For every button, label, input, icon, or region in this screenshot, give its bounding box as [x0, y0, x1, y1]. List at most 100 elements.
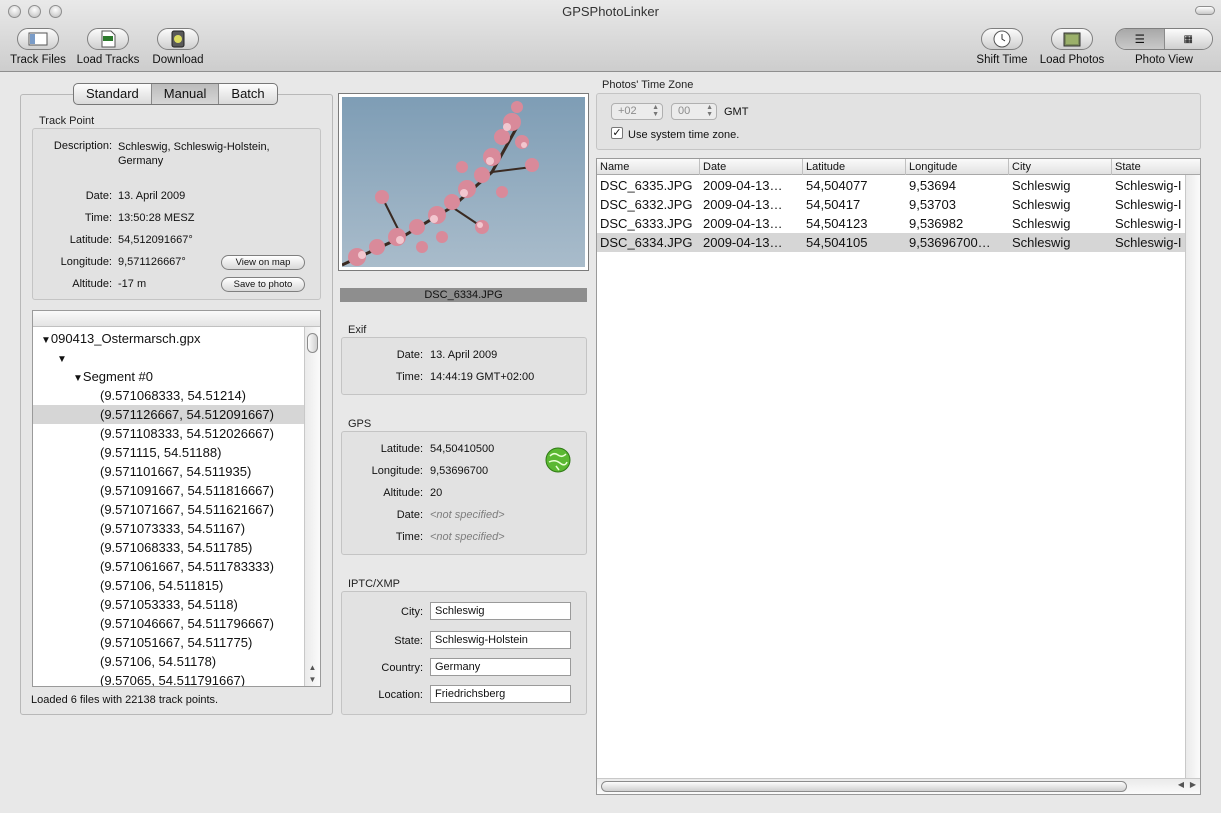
- use-system-timezone-checkbox[interactable]: ✓: [611, 127, 623, 139]
- column-header-state[interactable]: State: [1112, 159, 1200, 175]
- tree-scroll-thumb[interactable]: [307, 333, 318, 353]
- track-point-row[interactable]: (9.571126667, 54.512091667): [33, 405, 304, 424]
- track-point-row[interactable]: (9.571046667, 54.511796667): [33, 614, 304, 633]
- track-point-row[interactable]: (9.571073333, 54.51167): [33, 519, 304, 538]
- tp-longitude-label: Longitude:: [60, 256, 112, 268]
- table-row[interactable]: DSC_6332.JPG 2009-04-13… 54,50417 9,53703 Sc…: [597, 195, 1187, 214]
- tree-vertical-scrollbar[interactable]: ▲ ▼: [304, 327, 320, 686]
- track-tree: ▼090413_Ostermarsch.gpx ▼ ▼Segment #0 (9…: [32, 310, 321, 687]
- photo-view-control[interactable]: ☰ ▦ Photo View: [1114, 28, 1214, 66]
- shift-time-button[interactable]: Shift Time: [972, 28, 1032, 66]
- gps-time-label: Time:: [395, 531, 423, 543]
- download-button[interactable]: Download: [148, 28, 208, 66]
- timezone-hours-stepper[interactable]: +02 ▲ ▼: [611, 103, 663, 120]
- stepper-arrows-icon[interactable]: ▲ ▼: [652, 104, 659, 118]
- download-device-icon: [171, 30, 185, 48]
- photo-preview[interactable]: [338, 93, 589, 271]
- mode-tabs: Standard Manual Batch: [73, 83, 278, 105]
- disclosure-open-icon[interactable]: ▼: [73, 373, 83, 384]
- country-field[interactable]: Germany: [430, 658, 571, 676]
- clock-icon: [993, 30, 1011, 48]
- cell-city: Schleswig: [1012, 197, 1071, 212]
- table-row[interactable]: DSC_6335.JPG 2009-04-13… 54,504077 9,53694 S…: [597, 176, 1187, 195]
- save-to-photo-button[interactable]: Save to photo: [221, 277, 305, 292]
- column-header-city[interactable]: City: [1009, 159, 1112, 175]
- exif-time-value: 14:44:19 GMT+02:00: [430, 371, 535, 383]
- city-field[interactable]: Schleswig: [430, 602, 571, 620]
- toolbar-toggle-button[interactable]: [1195, 6, 1215, 15]
- load-photos-button[interactable]: Load Photos: [1038, 28, 1106, 66]
- table-vertical-scrollbar[interactable]: [1185, 175, 1200, 778]
- stepper-arrows-icon[interactable]: ▲ ▼: [706, 104, 713, 118]
- column-header-longitude[interactable]: Longitude: [906, 159, 1009, 175]
- iptc-location-label: Location:: [378, 689, 423, 701]
- cell-date: 2009-04-13…: [703, 216, 783, 231]
- exif-date-label: Date:: [396, 349, 423, 361]
- photos-table: Name Date Latitude Longitude City State …: [596, 158, 1201, 795]
- grid-view-button[interactable]: ▦: [1164, 29, 1212, 49]
- load-tracks-button[interactable]: Load Tracks: [74, 28, 142, 66]
- track-point-row[interactable]: (9.571091667, 54.511816667): [33, 481, 304, 500]
- track-point-row[interactable]: (9.57065, 54.511791667): [33, 671, 304, 686]
- load-tracks-label: Load Tracks: [76, 54, 140, 66]
- list-view-button[interactable]: ☰: [1116, 29, 1165, 49]
- timezone-minutes-stepper[interactable]: 00 ▲ ▼: [671, 103, 717, 120]
- table-header: Name Date Latitude Longitude City State: [597, 159, 1200, 175]
- table-row[interactable]: DSC_6333.JPG 2009-04-13… 54,504123 9,536982…: [597, 214, 1187, 233]
- status-text: Loaded 6 files with 22138 track points.: [31, 694, 219, 706]
- track-point-row[interactable]: (9.571071667, 54.511621667): [33, 500, 304, 519]
- cell-latitude: 54,504105: [806, 235, 868, 250]
- cell-date: 2009-04-13…: [703, 197, 783, 212]
- tree-file-row[interactable]: ▼090413_Ostermarsch.gpx: [33, 329, 304, 348]
- tab-batch[interactable]: Batch: [219, 84, 276, 104]
- timezone-minutes-value: 00: [678, 105, 691, 117]
- disclosure-open-icon[interactable]: ▼: [41, 335, 51, 346]
- disclosure-open-icon[interactable]: ▼: [57, 354, 67, 365]
- tab-manual[interactable]: Manual: [151, 84, 220, 104]
- table-horizontal-scrollbar[interactable]: ◀ ▶: [597, 778, 1200, 794]
- column-header-date[interactable]: Date: [700, 159, 803, 175]
- scroll-up-arrow-icon[interactable]: ▲: [305, 663, 320, 672]
- track-point-row[interactable]: (9.571051667, 54.511775): [33, 633, 304, 652]
- track-point-row[interactable]: (9.571053333, 54.5118): [33, 595, 304, 614]
- cell-longitude: 9,53703: [909, 197, 956, 212]
- cell-city: Schleswig: [1012, 235, 1071, 250]
- exif-date-value: 13. April 2009: [430, 349, 498, 361]
- track-point-title: Track Point: [39, 115, 95, 127]
- track-point-row[interactable]: (9.571068333, 54.511785): [33, 538, 304, 557]
- gps-altitude-label: Altitude:: [383, 487, 423, 499]
- column-header-name[interactable]: Name: [597, 159, 700, 175]
- tree-track-row[interactable]: ▼: [33, 348, 304, 367]
- track-point-row[interactable]: (9.571115, 54.51188): [33, 443, 304, 462]
- track-point-row[interactable]: (9.571068333, 54.51214): [33, 386, 304, 405]
- scroll-right-arrow-icon[interactable]: ▶: [1190, 780, 1196, 789]
- iptc-title: IPTC/XMP: [348, 578, 400, 590]
- view-on-map-button[interactable]: View on map: [221, 255, 305, 270]
- timezone-box: [596, 93, 1201, 150]
- table-hscroll-thumb[interactable]: [601, 781, 1127, 792]
- globe-icon[interactable]: [544, 446, 572, 474]
- track-files-button[interactable]: Track Files: [8, 28, 68, 66]
- description-value: Schleswig, Schleswig-Holstein, Germany: [118, 141, 270, 167]
- tab-standard[interactable]: Standard: [74, 84, 152, 104]
- track-point-row[interactable]: (9.571101667, 54.511935): [33, 462, 304, 481]
- list-view-icon: ☰: [1134, 34, 1145, 46]
- scroll-down-arrow-icon[interactable]: ▼: [305, 675, 320, 684]
- tp-latitude-value: 54,512091667°: [118, 234, 193, 246]
- column-header-latitude[interactable]: Latitude: [803, 159, 906, 175]
- cell-date: 2009-04-13…: [703, 178, 783, 193]
- track-point-row[interactable]: (9.571061667, 54.511783333): [33, 557, 304, 576]
- track-point-row[interactable]: (9.571108333, 54.512026667): [33, 424, 304, 443]
- cell-name: DSC_6332.JPG: [600, 197, 693, 212]
- location-field[interactable]: Friedrichsberg: [430, 685, 571, 703]
- state-field[interactable]: Schleswig-Holstein: [430, 631, 571, 649]
- window-toolbar: GPSPhotoLinker Track Files Load Tracks D…: [0, 0, 1221, 72]
- scroll-left-arrow-icon[interactable]: ◀: [1178, 780, 1184, 789]
- tp-altitude-label: Altitude:: [72, 278, 112, 290]
- track-point-row[interactable]: (9.57106, 54.511815): [33, 576, 304, 595]
- table-row[interactable]: DSC_6334.JPG 2009-04-13… 54,504105 9,536967…: [597, 233, 1187, 252]
- cell-city: Schleswig: [1012, 216, 1071, 231]
- track-point-row[interactable]: (9.57106, 54.51178): [33, 652, 304, 671]
- gps-latitude-value: 54,50410500: [430, 443, 495, 455]
- tree-segment-row[interactable]: ▼Segment #0: [33, 367, 304, 386]
